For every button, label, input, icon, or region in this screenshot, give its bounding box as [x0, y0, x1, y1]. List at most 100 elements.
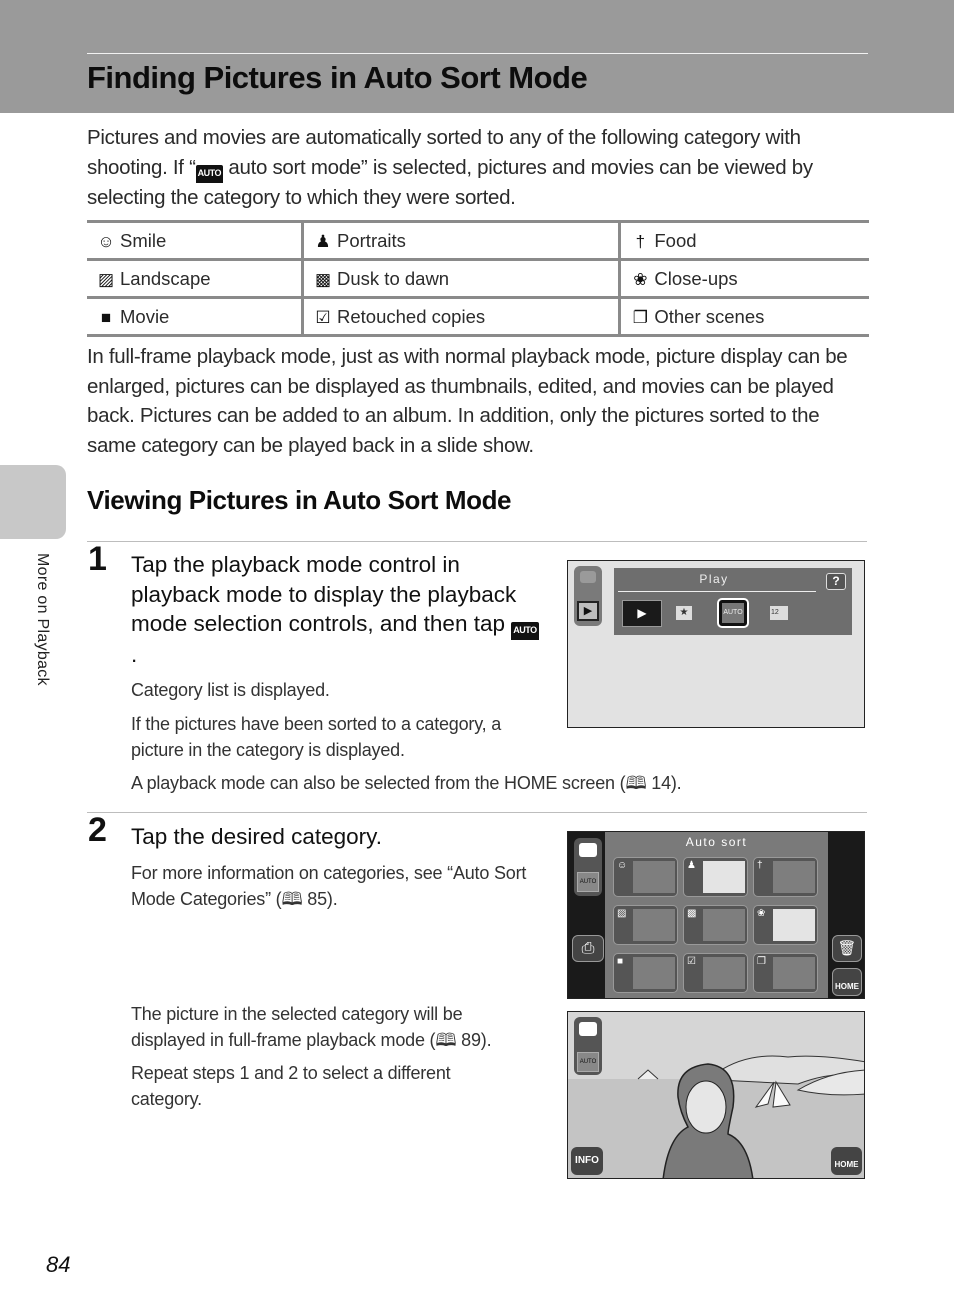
portrait-icon: ♟ [315, 231, 331, 251]
side-tab [0, 465, 66, 539]
category-tile-food[interactable]: † [753, 857, 818, 897]
category-cell: † Food [618, 220, 869, 261]
category-cell: ☺ Smile [87, 220, 303, 261]
category-tile-close-ups[interactable]: ❀ [753, 905, 818, 945]
category-cell: ☑ Retouched copies [301, 296, 620, 337]
retouch-icon: ☑ [687, 956, 696, 967]
camera-icon[interactable] [579, 1022, 597, 1036]
dusk-icon: ▩ [314, 269, 332, 289]
page-number: 84 [46, 1252, 71, 1277]
divider [87, 541, 867, 542]
movie-icon: ■ [617, 956, 624, 967]
step-title: Tap the desired category. [131, 824, 382, 849]
category-cell: ❐ Other scenes [618, 296, 869, 337]
island [637, 1069, 659, 1080]
step-note: For more information on categories, see … [131, 863, 527, 909]
step-note: If the pictures have been sorted to a ca… [131, 714, 502, 760]
category-tile-dusk-to-dawn[interactable]: ▩ [683, 905, 748, 945]
divider [87, 812, 867, 813]
category-thumbnail [633, 909, 675, 941]
intro-paragraph: Pictures and movies are automatically so… [87, 126, 813, 209]
table-row: ▨ Landscape ▩ Dusk to dawn ❀ Close-ups [87, 258, 869, 299]
category-cell: ♟ Portraits [301, 220, 620, 261]
category-cell: ❀ Close-ups [618, 258, 869, 299]
menu-rule [618, 591, 816, 592]
category-thumbnail [773, 957, 815, 989]
table-row: ■ Movie ☑ Retouched copies ❐ Other scenes [87, 296, 869, 337]
closeup-icon: ❀ [633, 269, 648, 289]
step-note: The picture in the selected category wil… [131, 1004, 492, 1050]
step-number: 2 [88, 811, 107, 849]
landscape-icon: ▨ [617, 908, 627, 919]
category-tile-other-scenes[interactable]: ❐ [753, 953, 818, 993]
smile-icon: ☺ [97, 231, 115, 251]
closeup-icon: ❀ [757, 908, 766, 919]
category-thumbnail [703, 861, 745, 893]
paragraph-2: In full-frame playback mode, just as wit… [87, 345, 848, 457]
category-thumbnail [633, 861, 675, 893]
step-title: Tap the playback mode control in playbac… [131, 552, 539, 667]
section-title: Viewing Pictures in Auto Sort Mode [87, 485, 512, 515]
page-title: Finding Pictures in Auto Sort Mode [87, 60, 588, 95]
category-thumbnail [773, 861, 815, 893]
category-grid-panel: Auto sort ☺ ♟ † ▨ ▩ ❀ ■ ☑ ❐ [605, 832, 828, 998]
delete-button[interactable]: 🗑 [832, 935, 862, 962]
movie-icon: ■ [100, 307, 112, 327]
other-scenes-icon: ❐ [757, 956, 766, 967]
print-button[interactable]: ⎙ [572, 935, 604, 962]
category-tile-retouched-copies[interactable]: ☑ [683, 953, 748, 993]
face [685, 1080, 727, 1134]
food-icon: † [757, 860, 763, 871]
category-thumbnail [773, 909, 815, 941]
auto-sort-icon: AUTO [511, 622, 539, 640]
normal-playback-button[interactable]: ▶ [622, 600, 662, 627]
category-cell: ■ Movie [87, 296, 303, 337]
category-thumbnail [633, 957, 675, 989]
camera-screen-auto-sort: AUTO ⎙ Auto sort ☺ ♟ † ▨ ▩ ❀ ■ ☑ ❐ 🗑 HOME [567, 831, 865, 999]
step-note: Category list is displayed. [131, 680, 330, 700]
category-thumbnail [703, 957, 745, 989]
auto-sort-icon[interactable]: AUTO [577, 1052, 599, 1072]
header-band [0, 0, 954, 113]
favorites-button[interactable]: ★ [676, 606, 692, 620]
help-button[interactable]: ? [826, 573, 846, 590]
portrait-icon: ♟ [687, 860, 696, 871]
list-by-date-button[interactable]: 12 [770, 606, 788, 620]
category-thumbnail [703, 909, 745, 941]
sample-photo [568, 1055, 864, 1178]
header-rule [87, 53, 868, 54]
home-button[interactable]: HOME [831, 1147, 862, 1175]
home-button[interactable]: HOME [832, 968, 862, 996]
category-cell: ▨ Landscape [87, 258, 303, 299]
auto-sort-icon[interactable]: AUTO [577, 872, 599, 892]
auto-sort-icon: AUTO [722, 603, 744, 623]
category-tile-smile[interactable]: ☺ [613, 857, 678, 897]
food-icon: † [635, 231, 646, 251]
step-number: 1 [88, 540, 107, 578]
category-cell: ▩ Dusk to dawn [301, 258, 620, 299]
smile-icon: ☺ [617, 860, 628, 871]
retouch-icon: ☑ [315, 307, 331, 327]
step-note: A playback mode can also be selected fro… [131, 773, 682, 793]
auto-sort-button[interactable]: AUTO [717, 598, 749, 628]
other-scenes-icon: ❐ [632, 307, 648, 327]
menu-title: Play [699, 572, 729, 586]
auto-sort-icon: AUTO [195, 164, 223, 183]
landscape-icon: ▨ [97, 269, 115, 289]
info-button[interactable]: INFO [571, 1147, 603, 1175]
category-table: ☺ Smile ♟ Portraits † Food ▨ Landscape ▩ Dusk… [87, 220, 869, 337]
dusk-icon: ▩ [687, 908, 697, 919]
category-tile-landscape[interactable]: ▨ [613, 905, 678, 945]
camera-screen-full-frame: AUTO INFO HOME [567, 1011, 865, 1179]
table-row: ☺ Smile ♟ Portraits † Food [87, 220, 869, 261]
side-tab-label: More on Playback [34, 553, 51, 686]
step-note: Repeat steps 1 and 2 to select a differe… [131, 1063, 451, 1109]
play-menu-panel: Play ? ▶ ★ AUTO 12 [614, 568, 852, 635]
category-tile-portraits[interactable]: ♟ [683, 857, 748, 897]
screen-title: Auto sort [685, 835, 748, 849]
camera-screen-play-menu: ▶ Play ? ▶ ★ AUTO 12 [567, 560, 865, 728]
playback-icon[interactable]: ▶ [577, 601, 599, 621]
camera-icon[interactable] [579, 843, 597, 857]
camera-icon[interactable] [580, 571, 596, 583]
category-tile-movie[interactable]: ■ [613, 953, 678, 993]
